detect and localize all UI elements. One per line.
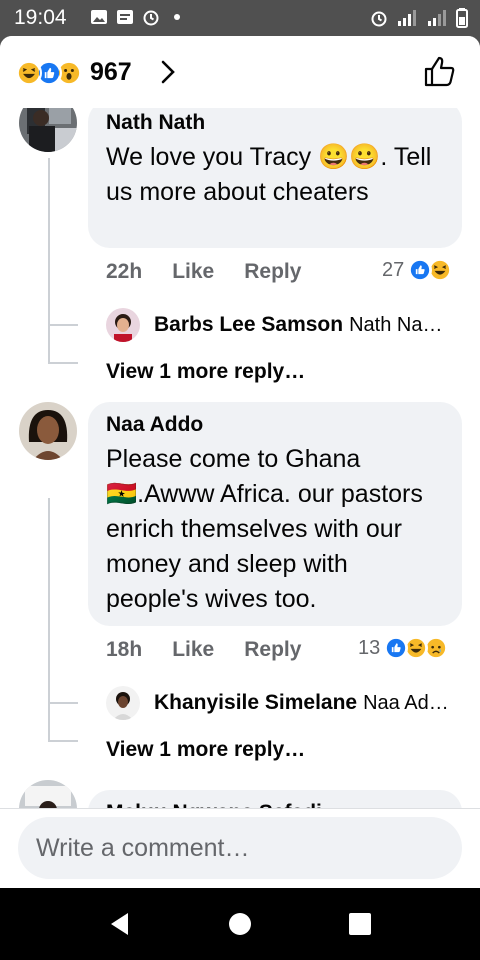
system-nav-bar [0,888,480,960]
thread-line [48,324,78,326]
avatar[interactable] [19,108,77,152]
avatar[interactable] [19,780,77,808]
like-icon [408,258,433,282]
comment-bubble[interactable]: Naa Addo Please come to Ghana 🇬🇭.Awww Af… [88,402,462,626]
comment-feed[interactable]: Nath Nath We love you Tracy 😀😀. Tell us … [0,108,480,808]
message-icon [117,10,133,24]
thread-line [48,362,78,364]
notification-icons [90,8,186,26]
reply-author[interactable]: Khanyisile Simelane [154,691,357,715]
reply-author[interactable]: Barbs Lee Samson [154,313,343,337]
avatar[interactable] [19,402,77,460]
thread-line [48,702,78,704]
signal-icon-2 [428,10,446,26]
like-icon [384,636,409,660]
reply-preview[interactable]: Barbs Lee Samson Nath Na… [106,308,466,342]
reply-text-preview: Naa Ad… [363,691,449,714]
view-more-replies-link[interactable]: View 1 more reply… [106,738,305,762]
comment-reaction-count: 27 [382,258,405,281]
chevron-right-icon[interactable] [158,60,178,84]
like-button[interactable]: Like [172,638,214,662]
comment-bubble[interactable]: Nath Nath We love you Tracy 😀😀. Tell us … [88,108,462,248]
comment-actions: 18h Like Reply [106,638,301,662]
comment-author[interactable]: Naa Addo [106,412,444,438]
comment-author[interactable]: Maluu Ngwana Sefadi [106,800,444,808]
status-bar: 19:04 [0,0,480,36]
reply-avatar[interactable] [106,686,140,720]
comment-text: We love you Tracy 😀😀. Tell us more about… [106,143,432,206]
comment-composer [0,808,480,888]
comments-sheet: 967 Nath Nath We love you Tracy 😀😀. Tell… [0,36,480,888]
reply-button[interactable]: Reply [244,638,301,662]
battery-icon [456,8,468,28]
view-more-replies-link[interactable]: View 1 more reply… [106,360,305,384]
like-button[interactable]: Like [172,260,214,284]
reactions-summary[interactable]: 967 [16,58,132,87]
home-icon[interactable] [226,910,254,938]
thread-line [48,158,50,364]
status-time: 19:04 [14,6,67,29]
thread-line [48,740,78,742]
comment-bubble[interactable]: Maluu Ngwana Sefadi [88,790,462,808]
gallery-icon [91,10,107,24]
reply-avatar[interactable] [106,308,140,342]
haha-icon [16,59,42,86]
system-icons [370,8,468,28]
reply-button[interactable]: Reply [244,260,301,284]
dot-icon [174,14,180,20]
recents-icon[interactable] [346,910,374,938]
comment-reactions[interactable]: 27 [382,258,453,282]
comment-reactions[interactable]: 13 [358,636,449,660]
comment-actions: 22h Like Reply [106,260,301,284]
reaction-count: 967 [90,58,132,86]
comment-time[interactable]: 22h [106,260,142,284]
thumbs-up-icon[interactable] [422,54,458,90]
reply-preview[interactable]: Khanyisile Simelane Naa Ad… [106,686,466,720]
comment-author[interactable]: Nath Nath [106,110,444,136]
back-icon[interactable] [106,910,134,938]
reactions-header: 967 [0,36,480,108]
comment-text: Please come to Ghana 🇬🇭.Awww Africa. our… [106,445,423,613]
comment-reaction-count: 13 [358,636,381,659]
thread-line [48,498,50,742]
reply-text-preview: Nath Na… [349,313,443,336]
signal-icon [398,10,416,26]
alarm-icon [143,10,159,26]
alarm-icon [371,11,387,27]
comment-input[interactable] [18,817,462,879]
comment-time[interactable]: 18h [106,638,142,662]
